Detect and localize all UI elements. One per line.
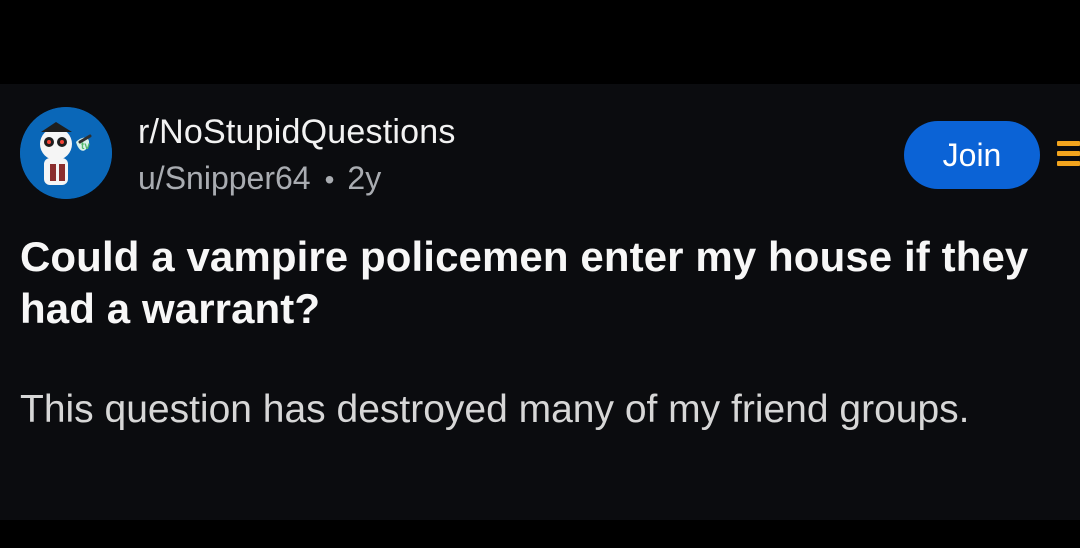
svg-text:tv: tv	[81, 141, 90, 152]
bottom-strip	[0, 520, 1080, 548]
subreddit-link[interactable]: r/NoStupidQuestions	[138, 112, 456, 152]
join-button[interactable]: Join	[904, 121, 1040, 189]
avatar-art-icon: tv	[20, 107, 112, 199]
author-link[interactable]: u/Snipper64	[138, 160, 311, 196]
post-meta: r/NoStupidQuestions u/Snipper64 • 2y	[138, 112, 838, 199]
separator-dot: •	[324, 164, 335, 195]
post-byline: u/Snipper64 • 2y	[138, 159, 838, 199]
post-body: This question has destroyed many of my f…	[20, 388, 970, 431]
screen: tv r/NoStupidQuestions u/Snipper64 • 2y Jo…	[0, 0, 1080, 548]
overflow-menu-icon[interactable]	[1056, 138, 1080, 172]
post-age: 2y	[347, 160, 382, 196]
post-title[interactable]: Could a vampire policemen enter my house…	[20, 231, 1075, 335]
subreddit-avatar-icon[interactable]: tv	[20, 107, 112, 199]
menu-bars-icon	[1057, 141, 1080, 166]
